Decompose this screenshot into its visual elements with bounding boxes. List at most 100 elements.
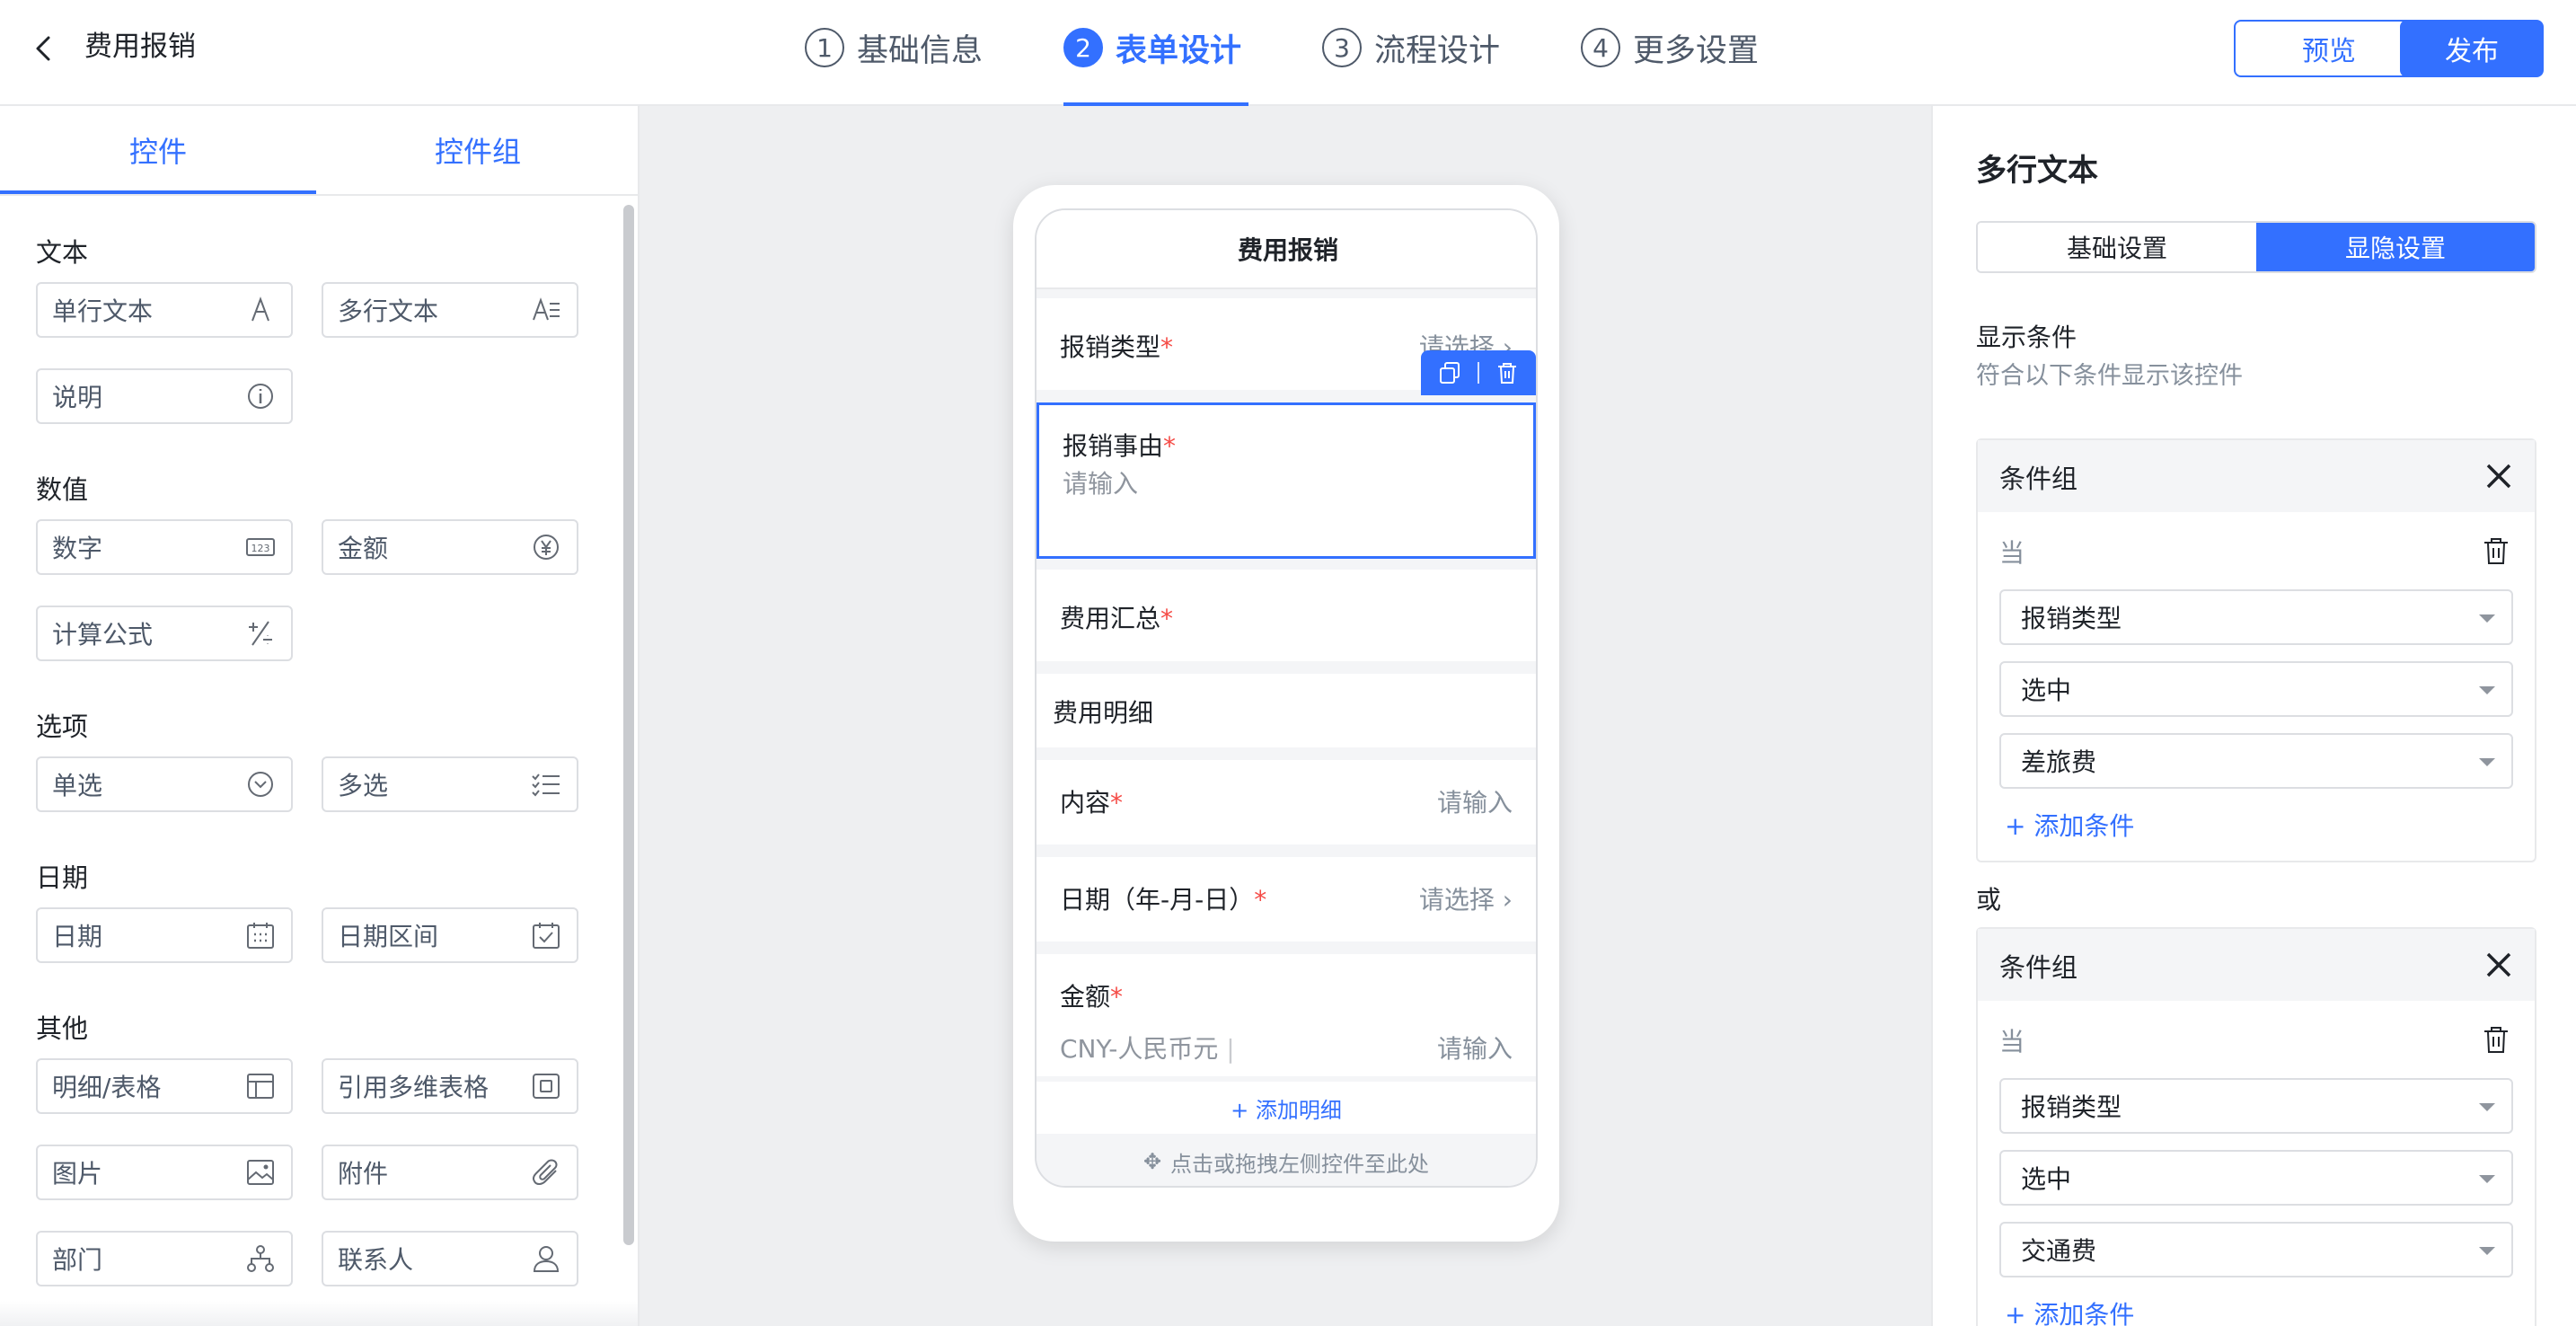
control-label: 数字 [52,534,103,563]
control-label: 部门 [52,1245,103,1275]
controls-scrollbar[interactable] [623,205,634,1245]
close-icon[interactable] [2483,460,2515,492]
condition-value-select[interactable]: 交通费 [1999,1222,2513,1277]
step-number: 3 [1322,28,1362,67]
control-image[interactable]: 图片 [36,1145,293,1200]
condition-value-select[interactable]: 差旅费 [1999,733,2513,789]
step-basic-info[interactable]: 1 基础信息 [805,23,983,72]
control-label: 多选 [338,771,389,800]
control-amount[interactable]: 金额 [322,519,578,575]
control-date-range[interactable]: 日期区间 [322,907,578,963]
detail-title: 费用明细 [1053,698,1154,728]
detail-header: 费用明细 [1037,674,1536,747]
add-condition-button[interactable]: + 添加条件 [2005,807,2134,843]
show-condition-hint: 符合以下条件显示该控件 [1976,362,2243,390]
reference-table-icon [530,1070,562,1102]
table-icon [244,1070,277,1102]
field-content[interactable]: 内容* 请输入 [1037,760,1536,844]
control-single-select[interactable]: 单选 [36,756,293,812]
section-title-text: 文本 [36,237,89,268]
control-single-line-text[interactable]: 单行文本 [36,282,293,338]
control-contact[interactable]: 联系人 [322,1231,578,1286]
step-label: 表单设计 [1116,32,1242,69]
required-mark: * [1110,788,1124,818]
control-label: 多行文本 [338,296,439,326]
condition-field-select[interactable]: 报销类型 [1999,589,2513,645]
user-icon [530,1242,562,1275]
control-attachment[interactable]: 附件 [322,1145,578,1200]
info-icon [244,380,277,412]
step-more-settings[interactable]: 4 更多设置 [1581,23,1759,72]
caret-down-icon [2479,1247,2495,1255]
control-department[interactable]: 部门 [36,1231,293,1286]
control-label: 联系人 [338,1245,414,1275]
control-formula[interactable]: 计算公式 [36,606,293,661]
delete-icon[interactable] [1495,360,1520,385]
condition-field-select[interactable]: 报销类型 [1999,1078,2513,1134]
step-number: 2 [1063,28,1103,67]
condition-when-label: 当 [1999,1027,2025,1056]
control-number[interactable]: 数字 123 [36,519,293,575]
caret-down-icon [2479,1175,2495,1183]
top-bar: 费用报销 1 基础信息 2 表单设计 3 流程设计 4 更多设置 预览 发布 [0,0,2576,106]
condition-operator-select[interactable]: 选中 [1999,661,2513,717]
field-label: 日期（年-月-日）* [1060,885,1267,915]
tab-visibility-settings[interactable]: 显隐设置 [2256,223,2535,271]
tab-control-groups[interactable]: 控件组 [320,106,636,194]
condition-when-label: 当 [1999,538,2025,568]
control-label: 金额 [338,534,389,563]
select-value: 报销类型 [2021,1092,2122,1122]
condition-group: 条件组 当 报销类型 选中 差旅费 + 添加条件 [1976,438,2536,862]
condition-group-header: 条件组 [1978,440,2535,512]
caret-down-icon [2479,758,2495,766]
properties-title: 多行文本 [1976,153,2098,189]
control-label: 日期 [52,922,103,951]
paperclip-icon [530,1156,562,1189]
required-mark: * [1160,604,1174,633]
control-reference-table[interactable]: 引用多维表格 [322,1058,578,1114]
publish-button[interactable]: 发布 [2400,20,2544,77]
condition-operator-select[interactable]: 选中 [1999,1150,2513,1206]
control-detail-table[interactable]: 明细/表格 [36,1058,293,1114]
copy-icon[interactable] [1437,360,1462,385]
control-multi-select[interactable]: 多选 [322,756,578,812]
select-value: 交通费 [2021,1236,2097,1266]
currency-icon [530,531,562,563]
preview-button[interactable]: 预览 [2234,20,2424,77]
field-expense-summary[interactable]: 费用汇总* [1037,570,1536,661]
field-amount[interactable]: 金额* CNY-人民币元 | 请输入 [1037,954,1536,1076]
drop-hint-text: 点击或拖拽左侧控件至此处 [1170,1151,1430,1177]
trash-icon[interactable] [2481,535,2511,566]
toolbar-divider [1477,362,1479,384]
drop-zone[interactable]: ✥ 点击或拖拽左侧控件至此处 [1037,1136,1536,1186]
page-title: 费用报销 [84,31,196,63]
add-condition-button[interactable]: + 添加条件 [2005,1295,2134,1326]
tab-controls[interactable]: 控件 [0,106,316,194]
add-detail-button[interactable]: + 添加明细 [1037,1082,1536,1134]
required-mark: * [1110,982,1124,1012]
field-date[interactable]: 日期（年-月-日）* 请选择 › [1037,857,1536,941]
back-arrow-icon[interactable] [25,31,61,66]
field-placeholder: 请输入 [1436,788,1513,818]
field-expense-reason[interactable]: 报销事由* 请输入 [1037,402,1536,559]
step-process-design[interactable]: 3 流程设计 [1322,23,1500,72]
control-label: 附件 [338,1159,389,1189]
field-placeholder: 请选择 › [1418,885,1513,915]
caret-down-icon [2479,686,2495,694]
currency-selector[interactable]: CNY-人民币元 | [1060,1030,1235,1065]
divider: | [1226,1034,1235,1064]
control-multi-line-text[interactable]: 多行文本 [322,282,578,338]
control-label: 引用多维表格 [338,1073,490,1102]
condition-group-header: 条件组 [1978,929,2535,1001]
phone-preview: 费用报销 报销类型* 请选择 › 报销事由* 请输入 费用汇总* 费用明细 内容… [1013,185,1559,1242]
control-label: 单选 [52,771,103,800]
step-form-design[interactable]: 2 表单设计 [1063,23,1241,72]
control-description[interactable]: 说明 [36,368,293,424]
tab-basic-settings[interactable]: 基础设置 [1978,223,2256,271]
close-icon[interactable] [2483,949,2515,981]
control-date[interactable]: 日期 [36,907,293,963]
field-placeholder: 请输入 [1436,1034,1513,1064]
chevron-right-icon: › [1502,885,1513,915]
trash-icon[interactable] [2481,1024,2511,1055]
caret-down-icon [2479,614,2495,623]
